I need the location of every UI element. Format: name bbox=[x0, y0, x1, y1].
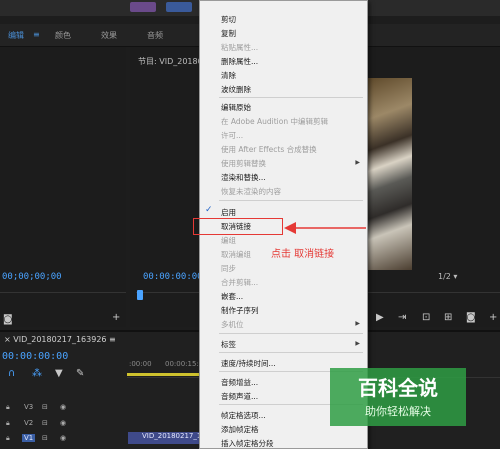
timeline-timecode[interactable]: 00:00:00:00 bbox=[2, 351, 68, 362]
add-icon-right[interactable]: + bbox=[489, 312, 497, 323]
menu-item-merge-clips[interactable]: 合并剪辑... bbox=[221, 277, 258, 288]
track-v3[interactable]: 🔒︎ V3 ⊟ ◉ bbox=[0, 402, 126, 414]
tab-effects[interactable]: 效果 bbox=[101, 30, 117, 41]
linked-selection-icon[interactable]: ⁂ bbox=[32, 368, 42, 379]
menu-separator bbox=[219, 352, 363, 353]
menu-item-enable[interactable]: 启用 bbox=[221, 207, 236, 218]
export-frame-icon[interactable]: ◙ bbox=[466, 312, 476, 323]
lock-icon[interactable]: 🔒︎ bbox=[6, 403, 10, 412]
tab-audio[interactable]: 音频 bbox=[147, 30, 163, 41]
menu-item-paste-attributes[interactable]: 粘贴属性... bbox=[221, 42, 258, 53]
play-icon[interactable]: ▶ bbox=[376, 312, 384, 323]
annotation-text: 点击 取消链接 bbox=[271, 249, 335, 260]
menu-item-ripple-delete[interactable]: 波纹删除 bbox=[221, 84, 251, 95]
dock-icon-purple[interactable] bbox=[130, 2, 156, 12]
menu-item-copy[interactable]: 复制 bbox=[221, 28, 236, 39]
menu-item-render-replace[interactable]: 渲染和替换... bbox=[221, 172, 266, 183]
menu-item-restore-unrendered[interactable]: 恢复未渲染的内容 bbox=[221, 186, 281, 197]
track-v1[interactable]: 🔒︎ V1 ⊟ ◉ bbox=[0, 433, 126, 445]
submenu-arrow-icon: ▶ bbox=[355, 159, 360, 166]
add-icon[interactable]: + bbox=[112, 312, 120, 323]
highlight-box bbox=[193, 218, 283, 235]
extract-icon[interactable]: ⊞ bbox=[444, 312, 452, 323]
program-timecode[interactable]: 00:00:00:00 bbox=[143, 272, 203, 282]
menu-item-ungroup[interactable]: 取消编组 bbox=[221, 249, 251, 260]
lock-icon[interactable]: 🔒︎ bbox=[6, 419, 10, 428]
menu-item-replace-with-clip[interactable]: 使用剪辑替换 bbox=[221, 158, 266, 169]
sync-icon[interactable]: ⊟ bbox=[42, 403, 48, 411]
menu-item-synchronize[interactable]: 同步 bbox=[221, 263, 236, 274]
zoom-value: 1/2 bbox=[438, 272, 451, 281]
menu-item-nest[interactable]: 嵌套... bbox=[221, 291, 243, 302]
step-forward-icon[interactable]: ⇥ bbox=[398, 312, 406, 323]
wrench-icon[interactable]: ✎ bbox=[76, 368, 84, 379]
menu-item-add-frame-hold[interactable]: 添加帧定格 bbox=[221, 424, 259, 435]
submenu-arrow-icon: ▶ bbox=[355, 340, 360, 347]
menu-separator bbox=[219, 97, 363, 98]
sequence-name: VID_20180217_163926 bbox=[13, 335, 107, 344]
watermark-logo: 百科全说 助你轻松解决 bbox=[330, 368, 466, 426]
menu-item-speed-duration[interactable]: 速度/持续时间... bbox=[221, 358, 276, 369]
marker-icon[interactable]: ▼ bbox=[55, 368, 63, 379]
svg-text:助你轻松解决: 助你轻松解决 bbox=[365, 404, 431, 418]
checkmark-icon: ✓ bbox=[205, 205, 213, 215]
camera-icon[interactable]: ◙ bbox=[3, 314, 13, 325]
lock-icon[interactable]: 🔒︎ bbox=[6, 434, 10, 443]
sync-icon[interactable]: ⊟ bbox=[42, 419, 48, 427]
lift-icon[interactable]: ⊡ bbox=[422, 312, 430, 323]
menu-item-make-subsequence[interactable]: 制作子序列 bbox=[221, 305, 259, 316]
track-name: V3 bbox=[24, 403, 34, 411]
tab-color[interactable]: 颜色 bbox=[55, 30, 71, 41]
menu-item-cut[interactable]: 剪切 bbox=[221, 14, 236, 25]
menu-item-edit-in-audition[interactable]: 在 Adobe Audition 中编辑剪辑 bbox=[221, 116, 328, 127]
menu-item-replace-with-ae[interactable]: 使用 After Effects 合成替换 bbox=[221, 144, 317, 155]
eye-icon[interactable]: ◉ bbox=[60, 403, 66, 411]
eye-icon[interactable]: ◉ bbox=[60, 419, 66, 427]
dock-icon-blue[interactable] bbox=[166, 2, 192, 12]
sequence-tab[interactable]: × VID_20180217_163926 ≡ bbox=[4, 335, 116, 344]
menu-item-group[interactable]: 编组 bbox=[221, 235, 236, 246]
program-playhead[interactable] bbox=[137, 290, 143, 300]
sync-icon[interactable]: ⊟ bbox=[42, 434, 48, 442]
eye-icon[interactable]: ◉ bbox=[60, 434, 66, 442]
video-frame bbox=[368, 78, 412, 270]
track-name: V1 bbox=[22, 434, 36, 442]
track-name: V2 bbox=[24, 419, 34, 427]
submenu-arrow-icon: ▶ bbox=[355, 320, 360, 327]
menu-item-frame-hold-options[interactable]: 帧定格选项... bbox=[221, 410, 266, 421]
chevron-down-icon: ▾ bbox=[453, 272, 458, 281]
menu-item-license[interactable]: 许可... bbox=[221, 130, 243, 141]
menu-item-audio-channels[interactable]: 音频声道... bbox=[221, 391, 258, 402]
menu-item-label[interactable]: 标签 bbox=[221, 339, 236, 350]
menu-item-insert-frame-hold[interactable]: 插入帧定格分段 bbox=[221, 438, 274, 449]
snap-icon[interactable]: ∩ bbox=[8, 368, 15, 379]
track-v2[interactable]: 🔒︎ V2 ⊟ ◉ bbox=[0, 418, 126, 430]
ruler-label: :00:00 bbox=[129, 360, 152, 368]
annotation-arrow bbox=[284, 222, 366, 234]
timeline-clip[interactable]: VID_20180217_16392 bbox=[128, 432, 208, 444]
menu-item-audio-gain[interactable]: 音频增益... bbox=[221, 377, 258, 388]
source-monitor bbox=[0, 47, 126, 327]
menu-item-edit-original[interactable]: 编辑原始 bbox=[221, 102, 251, 113]
menu-separator bbox=[219, 333, 363, 334]
zoom-select[interactable]: 1/2 ▾ bbox=[438, 272, 488, 283]
source-ruler[interactable] bbox=[0, 292, 126, 301]
menu-item-multi-camera[interactable]: 多机位 bbox=[221, 319, 244, 330]
tab-edit[interactable]: 编辑 bbox=[8, 30, 24, 41]
svg-text:百科全说: 百科全说 bbox=[358, 376, 438, 400]
menu-separator bbox=[219, 200, 363, 201]
menu-icon[interactable]: ≡ bbox=[33, 30, 40, 39]
menu-item-clear[interactable]: 清除 bbox=[221, 70, 236, 81]
source-timecode[interactable]: 00;00;00;00 bbox=[2, 272, 62, 282]
menu-item-remove-attributes[interactable]: 删除属性... bbox=[221, 56, 258, 67]
